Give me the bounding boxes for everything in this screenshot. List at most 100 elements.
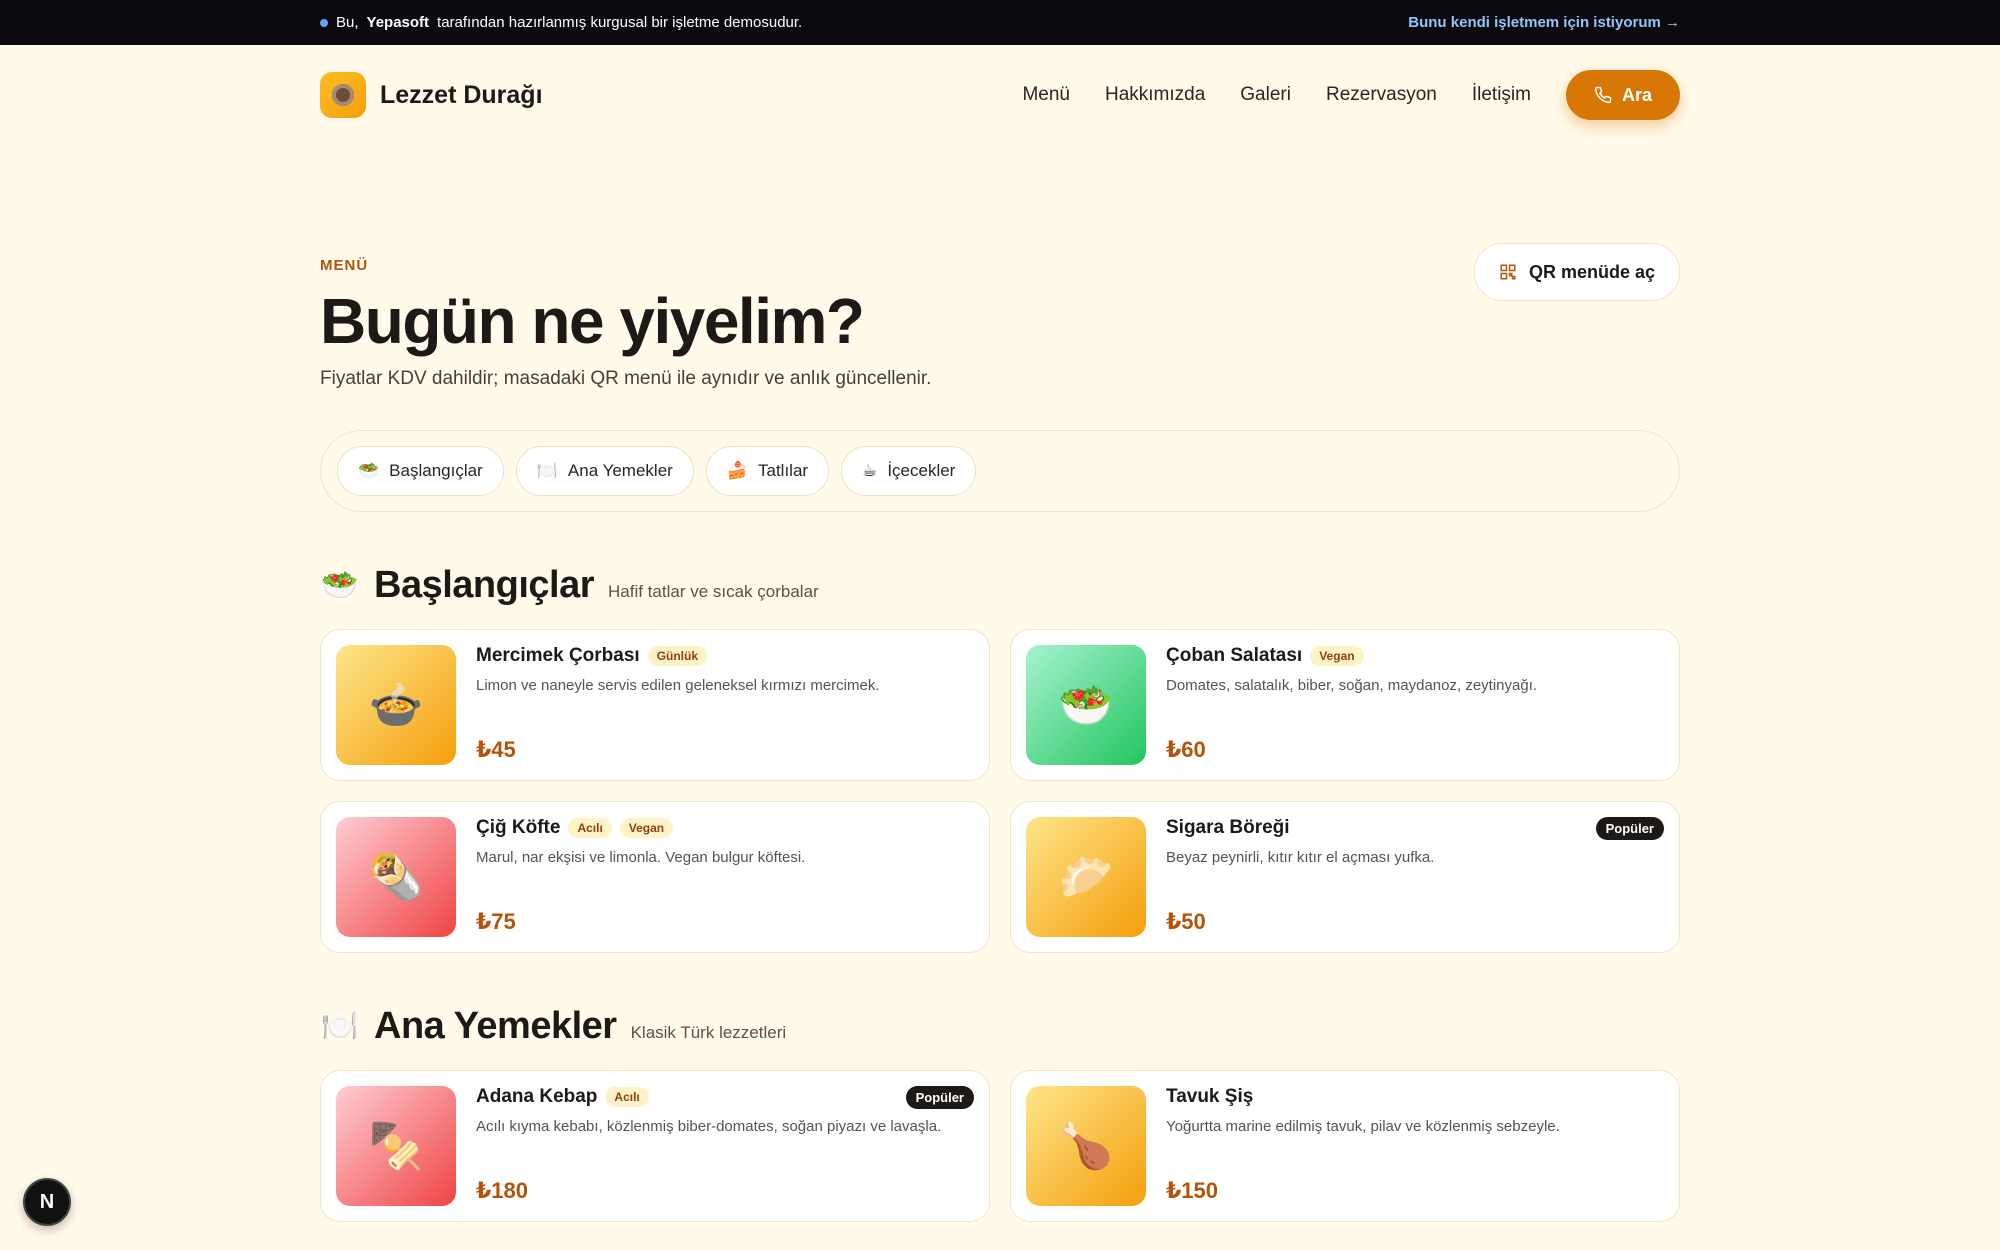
section-icon: 🍽️ (321, 1010, 359, 1044)
dish-price: ₺180 (476, 1178, 529, 1204)
dish-title-row: Çoban Salatası Vegan (1166, 645, 1664, 667)
dish-card[interactable]: 🍗 Tavuk Şiş Yoğurtta marine edilmiş tavu… (1010, 1070, 1680, 1223)
cake-icon: 🍰 (726, 461, 748, 481)
brand-name: Lezzet Durağı (380, 80, 543, 109)
qr-code-icon (1500, 264, 1516, 280)
nav-link-about[interactable]: Hakkımızda (1105, 84, 1205, 106)
nav-link-gallery[interactable]: Galeri (1240, 84, 1291, 106)
dish-info: Çiğ Köfte Acılı Vegan Marul, nar ekşisi ve… (476, 817, 974, 937)
dish-title-row: Çiğ Köfte Acılı Vegan (476, 817, 974, 839)
dish-image-icon: 🥗 (1026, 645, 1146, 766)
dish-name: Çoban Salatası (1166, 645, 1303, 667)
section-icon: 🥗 (321, 569, 359, 603)
nav-link-contact[interactable]: İletişim (1472, 84, 1531, 106)
popular-badge: Popüler (1595, 817, 1664, 841)
menu-section: 🥗 Başlangıçlar Hafif tatlar ve sıcak çor… (0, 564, 2000, 954)
dish-emoji: 🍲 (368, 681, 424, 731)
banner-cta-link[interactable]: Bunu kendi işletmem için istiyorum → (1408, 14, 1680, 31)
call-button[interactable]: Ara (1565, 70, 1680, 120)
dish-tag: Vegan (619, 818, 674, 839)
dish-grid: 🍲 Mercimek Çorbası Günlük Limon ve naneyl… (320, 629, 1680, 954)
dish-title-row: Tavuk Şiş (1166, 1086, 1664, 1108)
dish-info: Adana Kebap Acılı Acılı kıyma kebabı, köz… (476, 1086, 974, 1206)
tab-label: Başlangıçlar (389, 461, 483, 481)
tab-label: Tatlılar (757, 461, 809, 481)
dish-price: ₺75 (476, 909, 516, 935)
section-title: Başlangıçlar (374, 564, 595, 607)
dish-tag: Günlük (647, 646, 708, 667)
dish-title-row: Mercimek Çorbası Günlük (476, 645, 974, 667)
dish-title-row: Sigara Böreği (1166, 817, 1664, 839)
dish-price: ₺45 (476, 737, 516, 763)
call-button-label: Ara (1621, 84, 1652, 105)
dish-price: ₺50 (1166, 909, 1206, 935)
coffee-icon: ☕ (862, 461, 878, 481)
dish-image-icon: 🍲 (336, 645, 456, 766)
page-subtitle: Fiyatlar KDV dahildir; masadaki QR menü … (320, 368, 932, 390)
dish-name: Çiğ Köfte (476, 817, 561, 839)
dish-info: Tavuk Şiş Yoğurtta marine edilmiş tavuk,… (1166, 1086, 1664, 1206)
banner-brand: Yepasoft (366, 14, 430, 31)
phone-icon (1594, 86, 1612, 104)
dish-price: ₺150 (1166, 1178, 1219, 1204)
main-nav: Menü Hakkımızda Galeri Rezervasyon İleti… (1022, 70, 1680, 120)
banner-prefix: Bu, (336, 14, 359, 31)
dish-tag: Acılı (568, 818, 612, 839)
plate-icon: 🍽️ (536, 461, 558, 481)
dish-description: Yoğurtta marine edilmiş tavuk, pilav ve … (1166, 1118, 1560, 1136)
dish-grid: 🍢 Adana Kebap Acılı Acılı kıyma kebabı, k… (320, 1070, 1680, 1223)
dish-card[interactable]: 🥟 Sigara Böreği Beyaz peynirli, kıtır kı… (1010, 801, 1680, 954)
dish-emoji: 🌯 (368, 853, 424, 903)
dish-image-icon: 🍗 (1026, 1086, 1146, 1207)
popular-badge: Popüler (905, 1086, 974, 1110)
qr-menu-button[interactable]: QR menüde aç (1473, 243, 1680, 301)
dish-info: Sigara Böreği Beyaz peynirli, kıtır kıtı… (1166, 817, 1664, 937)
dish-description: Acılı kıyma kebabı, közlenmiş biber-doma… (476, 1118, 942, 1136)
dish-name: Mercimek Çorbası (476, 645, 640, 667)
dish-description: Beyaz peynirli, kıtır kıtır el açması yu… (1166, 849, 1435, 867)
dish-card[interactable]: 🥗 Çoban Salatası Vegan Domates, salatalık… (1010, 629, 1680, 782)
nav-link-menu[interactable]: Menü (1022, 84, 1070, 106)
dish-tag: Vegan (1310, 646, 1364, 667)
demo-banner-text: Bu, Yepasoft tarafından hazırlanmış kurg… (320, 14, 802, 31)
dish-info: Çoban Salatası Vegan Domates, salatalık, … (1166, 645, 1664, 765)
dish-image-icon: 🌯 (336, 817, 456, 938)
tab-starters[interactable]: 🥗 Başlangıçlar (337, 446, 504, 497)
dish-card[interactable]: 🌯 Çiğ Köfte Acılı Vegan Marul, nar ekşisi … (320, 801, 990, 954)
tab-desserts[interactable]: 🍰 Tatlılar (705, 446, 830, 497)
coffee-cup-logo-icon (320, 72, 366, 118)
dish-description: Limon ve naneyle servis edilen gelenekse… (476, 677, 880, 695)
section-header: 🥗 Başlangıçlar Hafif tatlar ve sıcak çor… (320, 564, 1680, 607)
dish-tag: Acılı (605, 1087, 649, 1108)
tab-drinks[interactable]: ☕ İçecekler (841, 446, 977, 497)
dish-emoji: 🥟 (1058, 853, 1114, 903)
brand[interactable]: Lezzet Durağı (320, 72, 543, 118)
dish-price: ₺60 (1166, 737, 1206, 763)
dish-description: Domates, salatalık, biber, soğan, maydan… (1166, 677, 1538, 695)
dish-card[interactable]: 🍲 Mercimek Çorbası Günlük Limon ve naneyl… (320, 629, 990, 782)
dev-tools-badge[interactable]: N (23, 1178, 71, 1226)
dish-card[interactable]: 🍢 Adana Kebap Acılı Acılı kıyma kebabı, k… (320, 1070, 990, 1223)
dish-image-icon: 🥟 (1026, 817, 1146, 938)
dish-image-icon: 🍢 (336, 1086, 456, 1207)
category-tabs: 🥗 Başlangıçlar 🍽️ Ana Yemekler 🍰 Tatlıla… (320, 430, 1680, 513)
dish-name: Tavuk Şiş (1166, 1086, 1254, 1108)
dish-description: Marul, nar ekşisi ve limonla. Vegan bulg… (476, 849, 806, 867)
nav-link-reservation[interactable]: Rezervasyon (1326, 84, 1437, 106)
section-title: Ana Yemekler (374, 1005, 617, 1048)
menu-sections: 🥗 Başlangıçlar Hafif tatlar ve sıcak çor… (0, 564, 2000, 1223)
dish-name: Adana Kebap (476, 1086, 598, 1108)
section-description: Klasik Türk lezzetleri (630, 1023, 787, 1043)
dish-emoji: 🍢 (368, 1122, 424, 1172)
tab-label: İçecekler (887, 461, 956, 481)
page-title: Bugün ne yiyelim? (320, 285, 865, 357)
tab-label: Ana Yemekler (567, 461, 673, 481)
menu-hero: MENÜ Bugün ne yiyelim? Fiyatlar KDV dahi… (0, 243, 2000, 390)
tab-main-courses[interactable]: 🍽️ Ana Yemekler (515, 446, 694, 497)
menu-section: 🍽️ Ana Yemekler Klasik Türk lezzetleri 🍢… (0, 1005, 2000, 1223)
site-header: Lezzet Durağı Menü Hakkımızda Galeri Rez… (0, 45, 2000, 145)
dish-name: Sigara Böreği (1166, 817, 1290, 839)
dish-info: Mercimek Çorbası Günlük Limon ve naneyle … (476, 645, 974, 765)
banner-suffix: tarafından hazırlanmış kurgusal bir işle… (437, 14, 803, 31)
salad-icon: 🥗 (358, 461, 380, 481)
